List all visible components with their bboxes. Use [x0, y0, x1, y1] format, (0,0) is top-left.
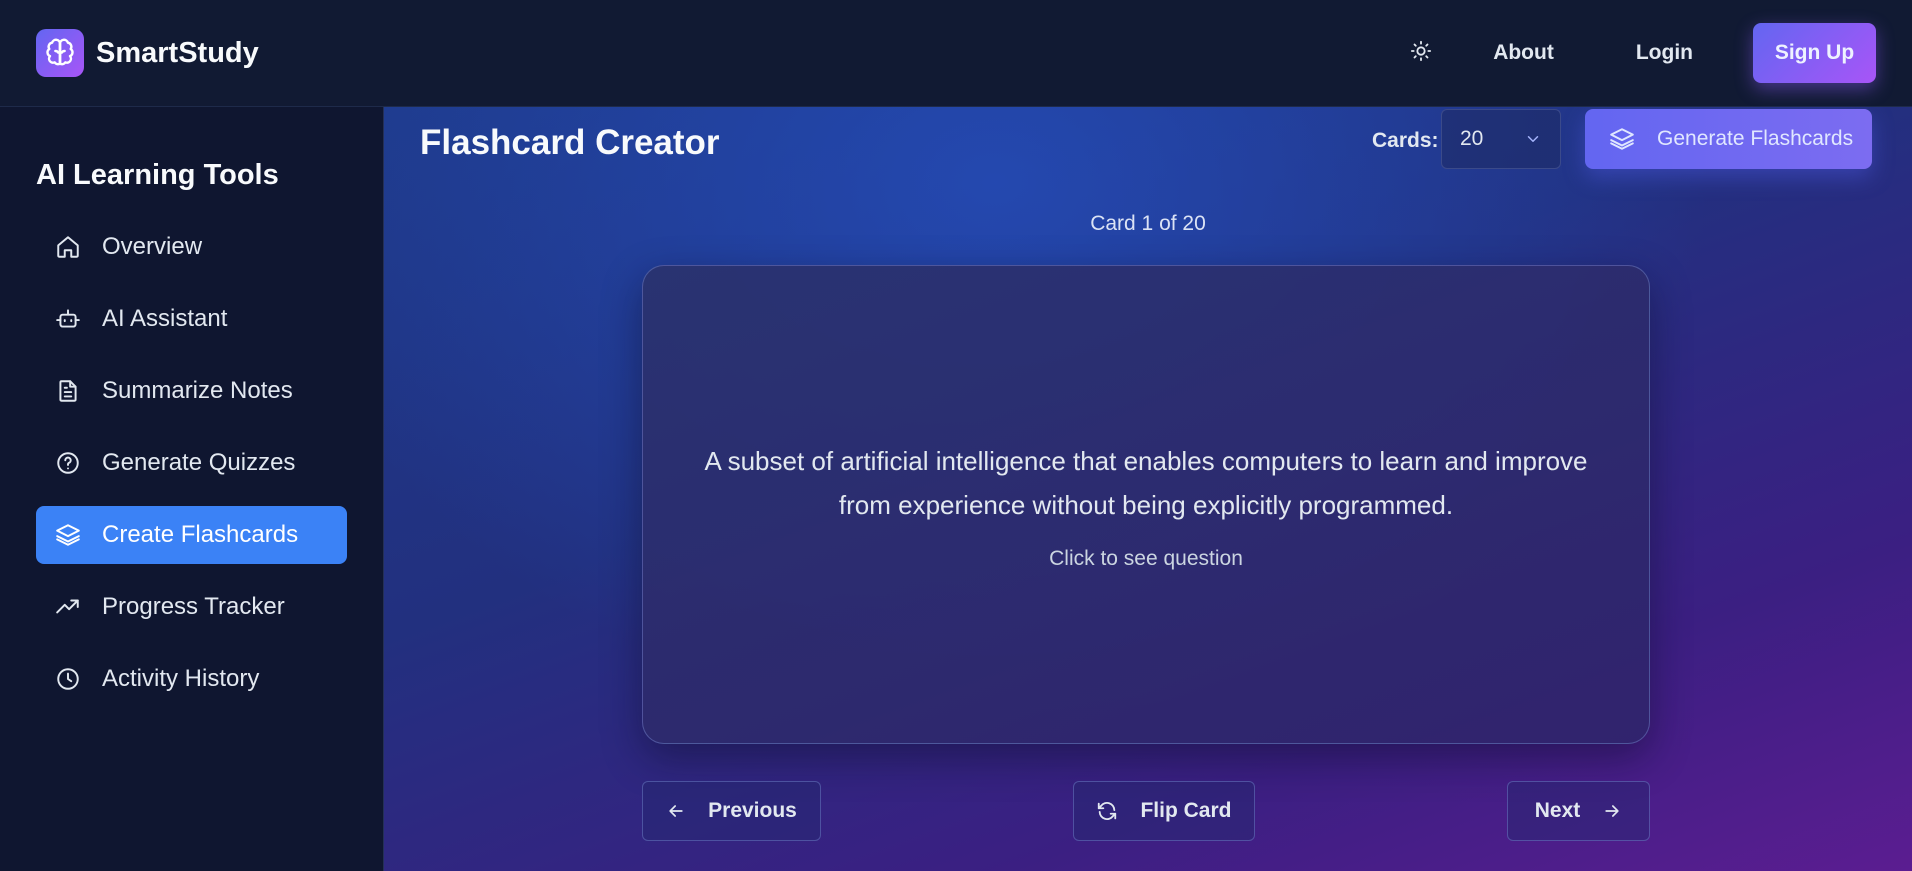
card-counter: Card 1 of 20 [1090, 212, 1206, 235]
flip-card-label: Flip Card [1140, 799, 1232, 822]
bot-icon [54, 305, 82, 333]
about-link[interactable]: About [1493, 41, 1554, 65]
clock-icon [54, 665, 82, 693]
page-title: Flashcard Creator [420, 123, 720, 162]
arrow-right-icon [1602, 801, 1622, 821]
sidebar-item-label: Activity History [102, 665, 260, 692]
cards-count-label: Cards: [1372, 129, 1439, 152]
flashcard[interactable]: A subset of artificial intelligence that… [642, 265, 1650, 744]
sidebar-item-label: AI Assistant [102, 305, 228, 332]
home-icon [54, 233, 82, 261]
cards-count-select[interactable]: 20 [1441, 109, 1561, 169]
sun-icon [1410, 40, 1432, 67]
document-icon [54, 377, 82, 405]
brand-name: SmartStudy [96, 36, 259, 69]
chevron-down-icon [1524, 130, 1542, 148]
sidebar-item-ai-assistant[interactable]: AI Assistant [36, 290, 347, 348]
sidebar-item-label: Progress Tracker [102, 593, 285, 620]
cards-count-value: 20 [1460, 127, 1484, 150]
generate-flashcards-button[interactable]: Generate Flashcards [1585, 109, 1872, 169]
main-content: Flashcard Creator Cards: 20 Generate Fla… [384, 107, 1912, 871]
flashcard-text: A subset of artificial intelligence that… [704, 445, 1588, 520]
arrow-left-icon [666, 801, 686, 821]
previous-label: Previous [708, 799, 797, 822]
login-link[interactable]: Login [1636, 41, 1693, 65]
sign-up-button[interactable]: Sign Up [1753, 23, 1876, 83]
sidebar: AI Learning Tools Overview AI Assistant … [0, 107, 384, 871]
brand[interactable]: SmartStudy [36, 29, 259, 77]
sidebar-item-activity-history[interactable]: Activity History [36, 650, 347, 708]
sidebar-item-label: Summarize Notes [102, 377, 293, 404]
sidebar-item-label: Generate Quizzes [102, 449, 296, 476]
flip-card-button[interactable]: Flip Card [1073, 781, 1255, 841]
next-button[interactable]: Next [1507, 781, 1650, 841]
top-navbar: SmartStudy About Login Sign Up [0, 0, 1912, 107]
sidebar-item-label: Create Flashcards [102, 521, 299, 548]
brain-icon [36, 29, 84, 77]
sidebar-item-summarize-notes[interactable]: Summarize Notes [36, 362, 347, 420]
next-label: Next [1534, 799, 1581, 822]
sidebar-item-progress-tracker[interactable]: Progress Tracker [36, 578, 347, 636]
sidebar-item-overview[interactable]: Overview [36, 218, 347, 276]
sidebar-item-create-flashcards[interactable]: Create Flashcards [36, 506, 347, 564]
sidebar-item-label: Overview [102, 233, 203, 260]
layers-icon [54, 521, 82, 549]
sidebar-item-generate-quizzes[interactable]: Generate Quizzes [36, 434, 347, 492]
refresh-icon [1096, 800, 1118, 822]
help-circle-icon [54, 449, 82, 477]
sidebar-title: AI Learning Tools [36, 159, 279, 191]
trending-up-icon [54, 593, 82, 621]
generate-flashcards-label: Generate Flashcards [1657, 127, 1854, 150]
top-actions: About Login Sign Up [1397, 23, 1876, 83]
layers-icon [1609, 126, 1635, 152]
flashcard-hint: Click to see question [1049, 546, 1243, 570]
previous-button[interactable]: Previous [642, 781, 821, 841]
theme-toggle-button[interactable] [1397, 29, 1445, 77]
